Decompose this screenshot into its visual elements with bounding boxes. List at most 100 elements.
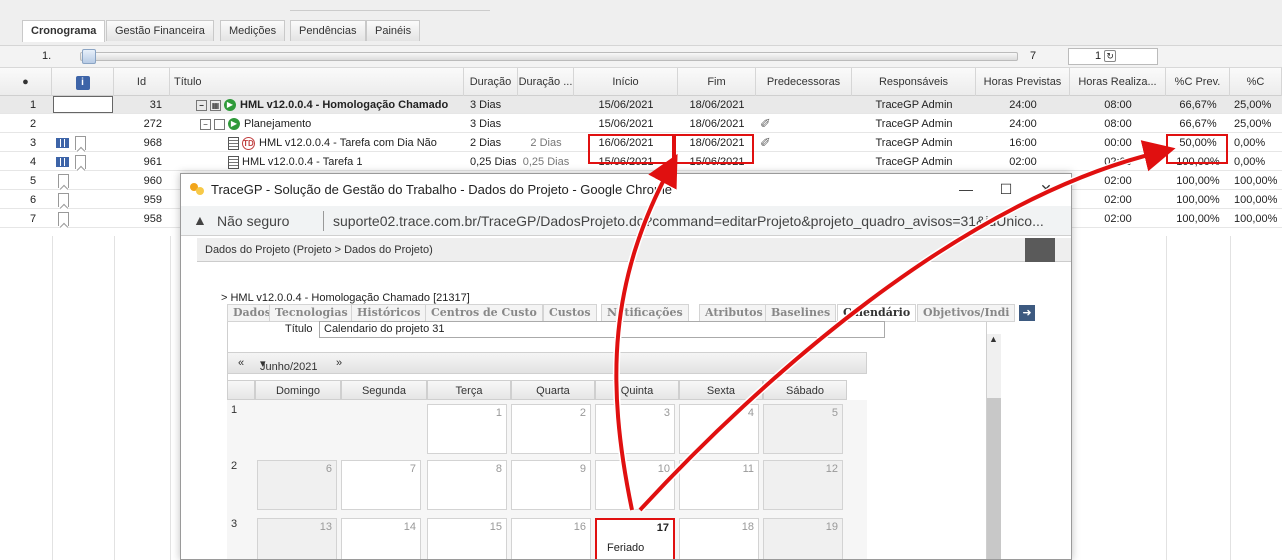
close-icon[interactable]: ✕ [1031, 178, 1061, 200]
table-row[interactable]: 1 31 − ▦ ▶ HML v12.0.0.4 - Homologação Cham… [0, 96, 1282, 114]
col-inicio[interactable]: Início [574, 68, 678, 96]
calendar-day[interactable]: 6 [257, 460, 337, 510]
col-titulo[interactable]: Título [170, 68, 464, 96]
calendar-day[interactable]: 11 [679, 460, 759, 510]
calendar-icon[interactable] [56, 157, 69, 168]
col-fim[interactable]: Fim [678, 68, 756, 96]
calendar-day[interactable]: 4 [679, 404, 759, 454]
zoom-slider-track[interactable] [80, 52, 1018, 61]
next-month-icon[interactable]: » [336, 357, 342, 369]
calendar-grid: 1 2 3 1 2 3 4 5 6 7 8 9 10 11 12 13 14 1… [227, 400, 867, 559]
tab-custos[interactable]: Custos [543, 304, 597, 322]
calendar-day[interactable]: 9 [511, 460, 591, 510]
collapse-icon[interactable]: − [196, 99, 207, 111]
bookmark-icon[interactable] [58, 174, 69, 189]
col-duracao-2[interactable]: Duração ... [518, 68, 574, 96]
week-number: 1 [231, 404, 238, 416]
col-responsaveis[interactable]: Responsáveis [852, 68, 976, 96]
status-column-header[interactable]: ● [0, 68, 52, 96]
page-input[interactable]: 1 ↻ [1068, 48, 1158, 65]
row-horas-realizadas: 02:00 [1104, 194, 1132, 206]
calendar-day[interactable]: 13 [257, 518, 337, 559]
row-title[interactable]: − ▦ ▶ HML v12.0.0.4 - Homologação Chamado [196, 96, 464, 114]
address-bar[interactable]: ▲ Não seguro suporte02.trace.com.br/Trac… [181, 206, 1071, 236]
row-title-text: Planejamento [244, 118, 312, 130]
calendar-day-holiday[interactable]: 17 Feriado [595, 518, 675, 559]
col-duracao[interactable]: Duração [464, 68, 518, 96]
calendar-day[interactable]: 10 [595, 460, 675, 510]
table-row[interactable]: 2 272 − ▶ Planejamento 3 Dias 15/06/2021 1… [0, 115, 1282, 133]
url-text[interactable]: suporte02.trace.com.br/TraceGP/DadosProj… [333, 213, 1044, 229]
tab-baselines[interactable]: Baselines [765, 304, 837, 322]
tab-objetivos[interactable]: Objetivos/Indi [917, 304, 1016, 322]
row-icons [56, 191, 112, 209]
tab-gestao-financeira[interactable]: Gestão Financeira [106, 20, 214, 41]
bookmark-icon[interactable] [75, 136, 86, 151]
tab-pendencias[interactable]: Pendências [290, 20, 366, 41]
tab-cronograma[interactable]: Cronograma [22, 20, 106, 42]
calendar-icon[interactable] [56, 138, 69, 149]
col-id[interactable]: Id [114, 68, 170, 96]
tab-historicos[interactable]: Históricos [351, 304, 427, 322]
tab-centros-de-custo[interactable]: Centros de Custo [425, 304, 543, 322]
col-predecessoras[interactable]: Predecessoras [756, 68, 852, 96]
tab-paineis[interactable]: Painéis [366, 20, 421, 41]
grid-line [114, 236, 115, 560]
calendar-day[interactable]: 2 [511, 404, 591, 454]
calendar-day[interactable]: 14 [341, 518, 421, 559]
row-duracao: 2 Dias [470, 137, 502, 149]
minimize-icon[interactable]: — [951, 178, 981, 200]
calendar-day[interactable]: 1 [427, 404, 507, 454]
paperclip-icon[interactable]: ✐ [760, 115, 780, 133]
row-title[interactable]: HML v12.0.0.4 - Tarefa 1 [228, 153, 464, 171]
scroll-up-icon[interactable]: ▲ [989, 334, 998, 344]
calendar-day[interactable]: 16 [511, 518, 591, 559]
row-icons [56, 153, 112, 171]
row-duracao-2: 0,25 Dias [522, 156, 570, 168]
row-id: 31 [149, 99, 162, 111]
row-title-text: HML v12.0.0.4 - Tarefa com Dia Não [259, 137, 437, 149]
calendar-day[interactable]: 7 [341, 460, 421, 510]
tab-calendario[interactable]: Calendário [837, 304, 917, 322]
popup-title: TraceGP - Solução de Gestão do Trabalho … [211, 182, 673, 197]
calendar-day[interactable]: 19 [763, 518, 843, 559]
calendar-day[interactable]: 3 [595, 404, 675, 454]
col-c-prev[interactable]: %C Prev. [1166, 68, 1230, 96]
info-column-header[interactable]: i [52, 68, 114, 96]
tab-medicoes[interactable]: Medições [220, 20, 286, 41]
tab-atributos[interactable]: Atributos [699, 304, 769, 322]
scroll-thumb[interactable] [987, 398, 1001, 559]
vertical-scrollbar[interactable]: ▲ [987, 334, 1001, 559]
bookmark-icon[interactable] [58, 212, 69, 227]
maximize-icon[interactable]: ☐ [991, 178, 1021, 200]
row-title[interactable]: TD HML v12.0.0.4 - Tarefa com Dia Não [228, 134, 464, 152]
row-id: 961 [143, 156, 162, 168]
calendar-day[interactable]: 15 [427, 518, 507, 559]
row-title[interactable]: − ▶ Planejamento [200, 115, 464, 133]
bookmark-icon[interactable] [75, 155, 86, 170]
collapse-icon[interactable]: − [200, 118, 211, 130]
calendar-day[interactable]: 18 [679, 518, 759, 559]
not-secure-label[interactable]: Não seguro [217, 213, 289, 229]
col-horas-realizadas[interactable]: Horas Realiza... [1070, 68, 1166, 96]
bookmark-icon[interactable] [58, 193, 69, 208]
col-horas-previstas[interactable]: Horas Previstas [976, 68, 1070, 96]
grid-line [170, 236, 171, 560]
row-c-prev: 100,00% [1176, 175, 1220, 187]
tab-tecnologias[interactable]: Tecnologias [269, 304, 354, 322]
tab-notificacoes[interactable]: Notificações [601, 304, 689, 322]
arrow-right-icon[interactable]: ➜ [1019, 305, 1035, 321]
calendar-day[interactable]: 8 [427, 460, 507, 510]
refresh-icon[interactable]: ↻ [1104, 50, 1117, 63]
col-c[interactable]: %C [1230, 68, 1282, 96]
week-number: 3 [231, 518, 238, 530]
warning-icon[interactable]: ▲ [193, 212, 207, 228]
zoom-slider-handle[interactable] [82, 49, 96, 64]
titulo-field[interactable]: Calendario do projeto 31 [319, 321, 885, 338]
calendar-day[interactable]: 5 [763, 404, 843, 454]
calendar-day[interactable]: 12 [763, 460, 843, 510]
prev-month-icon[interactable]: « [238, 357, 244, 369]
paperclip-icon[interactable]: ✐ [760, 134, 780, 152]
row-c: 25,00% [1234, 99, 1272, 111]
month-select[interactable]: Junho/2021 ▾ [260, 357, 318, 373]
